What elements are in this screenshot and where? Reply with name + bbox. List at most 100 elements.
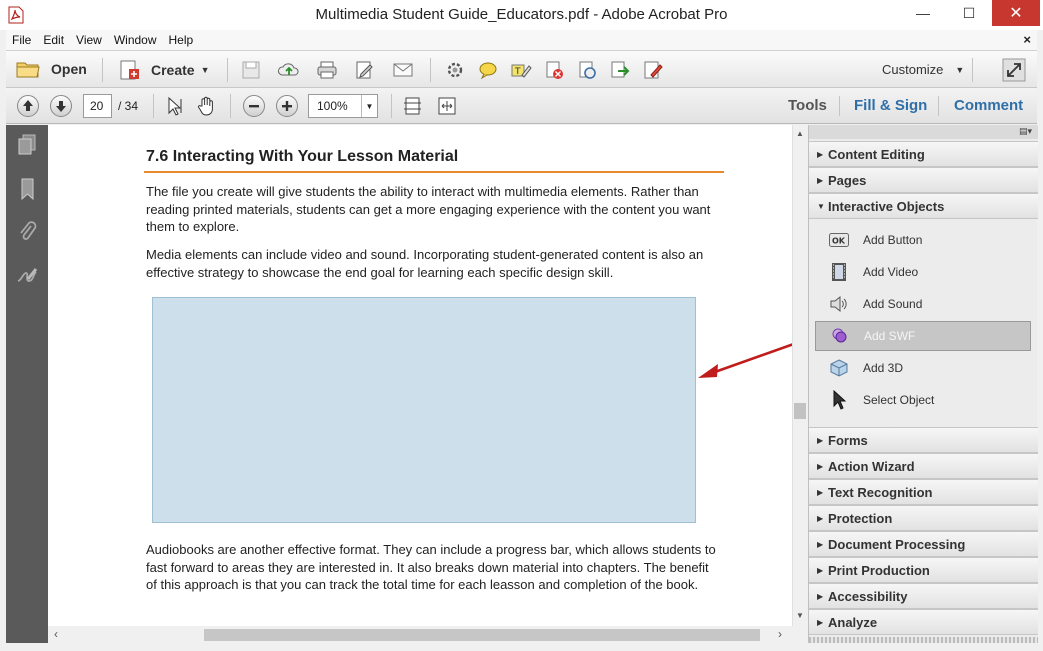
tool-label: Add SWF: [864, 329, 916, 343]
maximize-button[interactable]: ☐: [946, 0, 992, 26]
expand-triangle-icon: ▶: [817, 513, 824, 523]
total-pages: / 34: [118, 99, 139, 113]
select-tool-icon[interactable]: [164, 95, 186, 117]
tab-comment[interactable]: Comment: [954, 97, 1023, 114]
scroll-down-arrow-icon[interactable]: ▼: [796, 611, 804, 620]
vertical-scrollbar[interactable]: ▲ ▼: [792, 125, 807, 626]
swf-icon: [830, 326, 850, 346]
scroll-right-arrow-icon[interactable]: ›: [778, 627, 782, 641]
toolbar-divider: [839, 96, 840, 116]
expand-triangle-icon: ▶: [817, 539, 824, 549]
settings-gear-icon[interactable]: [444, 60, 466, 80]
save-icon[interactable]: [240, 60, 262, 80]
section-label: Pages: [828, 172, 867, 188]
add-button-tool[interactable]: OK Add Button: [815, 225, 1031, 255]
menu-file[interactable]: File: [6, 33, 37, 47]
export-document-icon[interactable]: [609, 60, 631, 80]
minus-icon: [249, 105, 259, 108]
expand-triangle-icon: ▶: [817, 617, 824, 627]
signatures-icon[interactable]: [16, 263, 38, 287]
add-video-tool[interactable]: Add Video: [815, 257, 1031, 287]
navigation-pane: [6, 125, 48, 643]
previous-page-button[interactable]: [17, 95, 39, 117]
edit-document-icon[interactable]: [354, 60, 376, 80]
select-object-tool[interactable]: Select Object: [815, 385, 1031, 415]
toolbar-divider: [230, 94, 231, 118]
next-page-button[interactable]: [50, 95, 72, 117]
folder-icon: [16, 62, 40, 78]
section-label: Protection: [828, 510, 893, 526]
cloud-upload-icon[interactable]: [278, 60, 300, 80]
zoom-level-select[interactable]: 100% ▼: [308, 94, 378, 118]
document-page[interactable]: 7.6 Interacting With Your Lesson Materia…: [48, 125, 792, 626]
section-label: Content Editing: [828, 146, 925, 162]
expand-triangle-icon: ▶: [817, 461, 824, 471]
menu-help[interactable]: Help: [163, 33, 200, 47]
tool-label: Select Object: [863, 393, 935, 407]
vertical-scroll-thumb[interactable]: [794, 403, 806, 419]
section-pages[interactable]: ▶ Pages: [809, 167, 1038, 193]
tab-fill-sign[interactable]: Fill & Sign: [854, 97, 927, 114]
open-button[interactable]: Open: [16, 59, 87, 79]
print-icon[interactable]: [316, 60, 338, 80]
add-swf-tool[interactable]: Add SWF: [815, 321, 1031, 351]
toolbar-divider: [227, 58, 228, 82]
fit-width-icon[interactable]: [436, 95, 458, 117]
page-number-input[interactable]: 20: [83, 94, 112, 118]
main-toolbar: Open Create ▼ T Customize ▼: [6, 50, 1037, 88]
cube-icon: [829, 358, 849, 378]
menu-edit[interactable]: Edit: [37, 33, 70, 47]
section-interactive-objects[interactable]: ▼ Interactive Objects: [809, 193, 1038, 219]
section-label: Print Production: [828, 562, 930, 578]
menu-window[interactable]: Window: [108, 33, 163, 47]
add-3d-tool[interactable]: Add 3D: [815, 353, 1031, 383]
create-button[interactable]: Create ▼: [118, 59, 210, 81]
email-icon[interactable]: [392, 60, 414, 80]
tab-tools[interactable]: Tools: [788, 97, 827, 114]
sign-document-icon[interactable]: [642, 60, 664, 80]
attachments-icon[interactable]: [16, 220, 38, 244]
section-document-processing[interactable]: ▶ Document Processing: [809, 531, 1038, 557]
zoom-in-button[interactable]: [276, 95, 298, 117]
highlight-text-icon[interactable]: T: [510, 60, 532, 80]
toolbar-divider: [153, 94, 154, 118]
media-placeholder[interactable]: [152, 297, 696, 523]
section-content-editing[interactable]: ▶ Content Editing: [809, 141, 1038, 167]
section-action-wizard[interactable]: ▶ Action Wizard: [809, 453, 1038, 479]
scroll-up-arrow-icon[interactable]: ▲: [796, 129, 804, 138]
panel-options-icon[interactable]: ▤▾: [1019, 126, 1032, 137]
close-window-button[interactable]: ✕: [992, 0, 1040, 26]
horizontal-scrollbar[interactable]: ‹ ›: [48, 626, 792, 643]
page-thumbnails-icon[interactable]: [16, 133, 38, 157]
section-text-recognition[interactable]: ▶ Text Recognition: [809, 479, 1038, 505]
arrow-down-icon: [56, 101, 66, 112]
add-sound-tool[interactable]: Add Sound: [815, 289, 1031, 319]
customize-button[interactable]: Customize ▼: [882, 62, 964, 77]
protect-document-icon[interactable]: [576, 60, 598, 80]
hand-tool-icon[interactable]: [196, 95, 218, 117]
redact-icon[interactable]: [543, 60, 565, 80]
bookmark-icon[interactable]: [16, 177, 38, 201]
full-screen-icon[interactable]: [1002, 58, 1026, 82]
chevron-down-icon: ▼: [361, 95, 377, 117]
fit-page-icon[interactable]: [402, 95, 424, 117]
section-accessibility[interactable]: ▶ Accessibility: [809, 583, 1038, 609]
minimize-button[interactable]: —: [900, 0, 946, 26]
section-forms[interactable]: ▶ Forms: [809, 427, 1038, 453]
plus-icon: [282, 101, 292, 111]
close-document-button[interactable]: ×: [1023, 32, 1031, 47]
section-print-production[interactable]: ▶ Print Production: [809, 557, 1038, 583]
panel-resize-grip[interactable]: [809, 637, 1038, 643]
toolbar-divider: [938, 96, 939, 116]
horizontal-scroll-thumb[interactable]: [204, 629, 760, 641]
menu-view[interactable]: View: [70, 33, 108, 47]
svg-text:OK: OK: [832, 237, 846, 246]
section-analyze[interactable]: ▶ Analyze: [809, 609, 1038, 635]
scroll-left-arrow-icon[interactable]: ‹: [54, 627, 58, 641]
zoom-out-button[interactable]: [243, 95, 265, 117]
comment-bubble-icon[interactable]: [477, 60, 499, 80]
chevron-down-icon: ▼: [200, 65, 210, 75]
heading-underline: [144, 171, 724, 173]
section-protection[interactable]: ▶ Protection: [809, 505, 1038, 531]
arrow-up-icon: [23, 100, 33, 111]
